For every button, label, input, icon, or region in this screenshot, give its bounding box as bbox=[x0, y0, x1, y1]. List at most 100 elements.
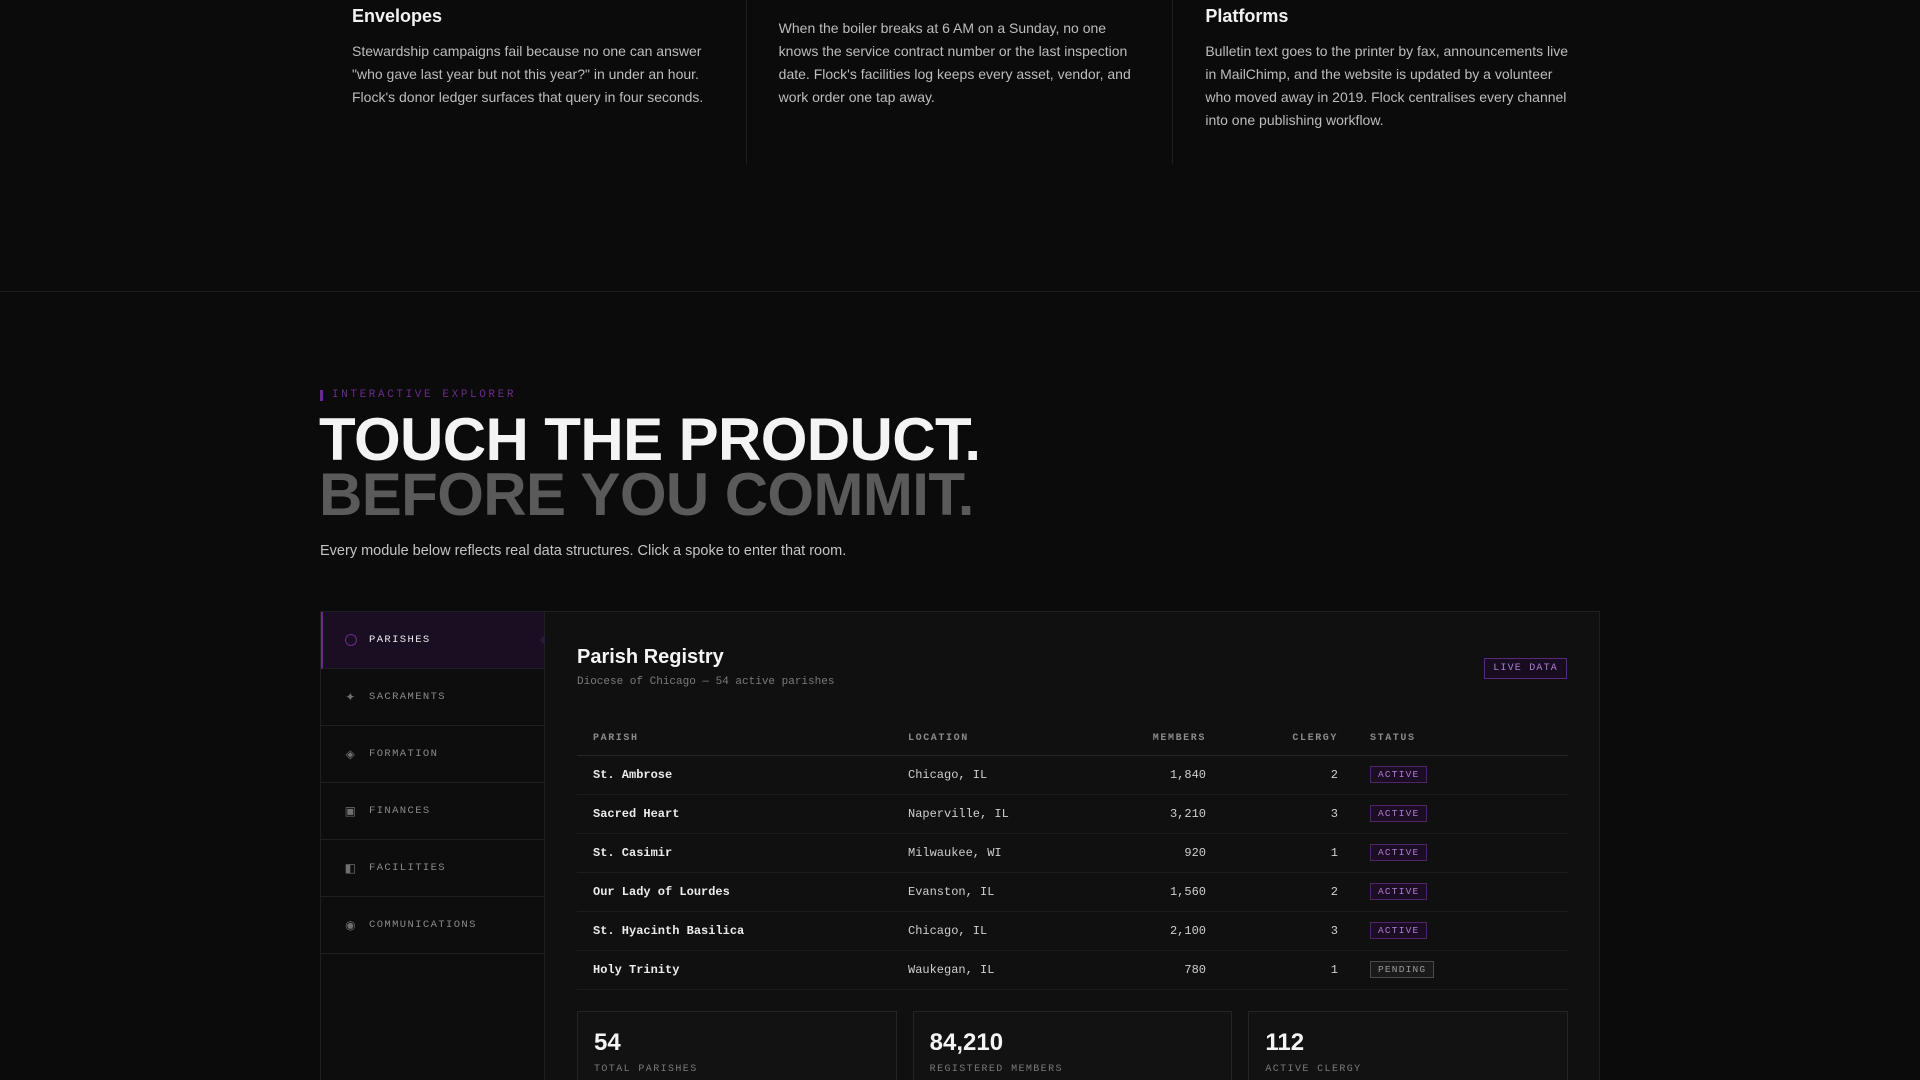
table-row[interactable]: Sacred Heart Naperville, IL 3,210 3 ACTI… bbox=[577, 794, 1568, 834]
spoke-label: FACILITIES bbox=[369, 862, 447, 874]
cell-members: 780 bbox=[1092, 950, 1222, 990]
status-badge: ACTIVE bbox=[1370, 922, 1428, 939]
cell-status: ACTIVE bbox=[1354, 755, 1568, 795]
cell-parish: St. Ambrose bbox=[577, 755, 892, 795]
target-icon: ◉ bbox=[345, 918, 357, 933]
cell-status: ACTIVE bbox=[1354, 911, 1568, 951]
spoke-facilities[interactable]: ◧ FACILITIES bbox=[321, 840, 544, 897]
cell-clergy: 3 bbox=[1222, 794, 1354, 834]
status-badge: ACTIVE bbox=[1370, 766, 1428, 783]
parish-registry-table: PARISH LOCATION MEMBERS CLERGY STATUS St… bbox=[577, 723, 1568, 990]
table-row[interactable]: St. Hyacinth Basilica Chicago, IL 2,100 … bbox=[577, 911, 1568, 951]
cell-parish: St. Casimir bbox=[577, 833, 892, 873]
column-header-members[interactable]: MEMBERS bbox=[1092, 723, 1222, 756]
status-badge: PENDING bbox=[1370, 961, 1435, 978]
cell-members: 1,560 bbox=[1092, 872, 1222, 912]
explorer-sidebar: PARISHES ✦ SACRAMENTS ◈ FORMATION ▣ FINA… bbox=[321, 612, 545, 1080]
stat-card-active-clergy: 112 ACTIVE CLERGY bbox=[1248, 1011, 1569, 1080]
cell-location: Chicago, IL bbox=[892, 755, 1092, 795]
cell-location: Chicago, IL bbox=[892, 911, 1092, 951]
cell-status: PENDING bbox=[1354, 950, 1568, 990]
table-row[interactable]: Our Lady of Lourdes Evanston, IL 1,560 2… bbox=[577, 872, 1568, 912]
spoke-sacraments[interactable]: ✦ SACRAMENTS bbox=[321, 669, 544, 726]
pain-card-title: Envelopes bbox=[352, 6, 443, 26]
section-eyebrow: INTERACTIVE EXPLORER bbox=[320, 389, 516, 401]
pain-card-facilities: When the boiler breaks at 6 AM on a Sund… bbox=[747, 0, 1174, 164]
spoke-label: FINANCES bbox=[369, 805, 431, 817]
spoke-parishes[interactable]: PARISHES bbox=[321, 612, 544, 669]
cell-location: Milwaukee, WI bbox=[892, 833, 1092, 873]
cell-parish: St. Hyacinth Basilica bbox=[577, 911, 892, 951]
status-badge: ACTIVE bbox=[1370, 805, 1428, 822]
status-badge: ACTIVE bbox=[1370, 883, 1428, 900]
cell-location: Naperville, IL bbox=[892, 794, 1092, 834]
cell-status: ACTIVE bbox=[1354, 833, 1568, 873]
stat-value: 84,210 bbox=[929, 1029, 1004, 1056]
column-header-location[interactable]: LOCATION bbox=[892, 723, 1092, 756]
eyebrow-bar bbox=[320, 389, 323, 401]
spoke-label: SACRAMENTS bbox=[369, 691, 447, 703]
cell-parish: Our Lady of Lourdes bbox=[577, 872, 892, 912]
cell-members: 3,210 bbox=[1092, 794, 1222, 834]
status-badge: ACTIVE bbox=[1370, 844, 1428, 861]
spoke-communications[interactable]: ◉ COMMUNICATIONS bbox=[321, 897, 544, 954]
live-data-badge: LIVE DATA bbox=[1484, 658, 1567, 679]
cell-status: ACTIVE bbox=[1354, 872, 1568, 912]
stat-value: 112 bbox=[1265, 1029, 1305, 1056]
stat-card-total-parishes: 54 TOTAL PARISHES bbox=[577, 1011, 897, 1080]
cell-location: Waukegan, IL bbox=[892, 950, 1092, 990]
registry-title: Parish Registry bbox=[577, 646, 724, 668]
stat-label: TOTAL PARISHES bbox=[594, 1064, 698, 1075]
cell-members: 920 bbox=[1092, 833, 1222, 873]
product-explorer: PARISHES ✦ SACRAMENTS ◈ FORMATION ▣ FINA… bbox=[320, 611, 1600, 1080]
spoke-finances[interactable]: ▣ FINANCES bbox=[321, 783, 544, 840]
section-divider bbox=[0, 291, 1920, 292]
stat-value: 54 bbox=[594, 1029, 621, 1056]
cell-location: Evanston, IL bbox=[892, 872, 1092, 912]
stat-label: REGISTERED MEMBERS bbox=[929, 1064, 1063, 1075]
table-header-row: PARISH LOCATION MEMBERS CLERGY STATUS bbox=[577, 723, 1568, 756]
cell-clergy: 2 bbox=[1222, 755, 1354, 795]
table-row[interactable]: St. Casimir Milwaukee, WI 920 1 ACTIVE bbox=[577, 833, 1568, 873]
column-header-parish[interactable]: PARISH bbox=[577, 723, 892, 756]
cell-parish: Holy Trinity bbox=[577, 950, 892, 990]
spoke-formation[interactable]: ◈ FORMATION bbox=[321, 726, 544, 783]
table-row[interactable]: Holy Trinity Waukegan, IL 780 1 PENDING bbox=[577, 950, 1568, 990]
column-header-clergy[interactable]: CLERGY bbox=[1222, 723, 1354, 756]
pain-points-row: Envelopes Stewardship campaigns fail bec… bbox=[320, 0, 1600, 164]
headline-line-1: TOUCH THE PRODUCT. bbox=[319, 406, 981, 473]
column-header-status[interactable]: STATUS bbox=[1354, 723, 1568, 756]
pain-card-title: Platforms bbox=[1205, 6, 1289, 26]
ring-icon bbox=[344, 633, 358, 647]
half-square-icon: ◧ bbox=[344, 861, 358, 876]
pain-card-body: Stewardship campaigns fail because no on… bbox=[352, 43, 704, 105]
explorer-main: Parish Registry Diocese of Chicago — 54 … bbox=[545, 612, 1599, 1080]
section-lede: Every module below reflects real data st… bbox=[320, 543, 847, 559]
registry-subtitle: Diocese of Chicago — 54 active parishes bbox=[577, 676, 835, 688]
stat-label: ACTIVE CLERGY bbox=[1265, 1064, 1362, 1075]
diamond-icon: ◈ bbox=[345, 747, 357, 762]
stat-card-registered-members: 84,210 REGISTERED MEMBERS bbox=[912, 1011, 1233, 1080]
cell-clergy: 1 bbox=[1222, 833, 1354, 873]
cell-status: ACTIVE bbox=[1354, 794, 1568, 834]
eyebrow-label: INTERACTIVE EXPLORER bbox=[332, 389, 517, 401]
cell-clergy: 3 bbox=[1222, 911, 1354, 951]
pain-card-communications: Platforms Bulletin text goes to the prin… bbox=[1173, 0, 1600, 164]
cell-clergy: 2 bbox=[1222, 872, 1354, 912]
sparkle-icon: ✦ bbox=[345, 690, 357, 705]
spoke-label: COMMUNICATIONS bbox=[369, 919, 477, 931]
spoke-label: PARISHES bbox=[369, 634, 431, 646]
section-headline: TOUCH THE PRODUCT. BEFORE YOU COMMIT. bbox=[319, 406, 981, 528]
pain-card-body: When the boiler breaks at 6 AM on a Sund… bbox=[778, 20, 1131, 105]
cell-parish: Sacred Heart bbox=[577, 794, 892, 834]
cell-clergy: 1 bbox=[1222, 950, 1354, 990]
square-icon: ▣ bbox=[344, 804, 358, 819]
cell-members: 2,100 bbox=[1092, 911, 1222, 951]
table-row[interactable]: St. Ambrose Chicago, IL 1,840 2 ACTIVE bbox=[577, 755, 1568, 795]
cell-members: 1,840 bbox=[1092, 755, 1222, 795]
stats-row: 54 TOTAL PARISHES 84,210 REGISTERED MEMB… bbox=[577, 1011, 1569, 1080]
headline-line-2: BEFORE YOU COMMIT. bbox=[319, 461, 974, 528]
spoke-label: FORMATION bbox=[369, 748, 439, 760]
pain-card-body: Bulletin text goes to the printer by fax… bbox=[1205, 43, 1568, 128]
pain-card-stewardship: Envelopes Stewardship campaigns fail bec… bbox=[320, 0, 747, 164]
